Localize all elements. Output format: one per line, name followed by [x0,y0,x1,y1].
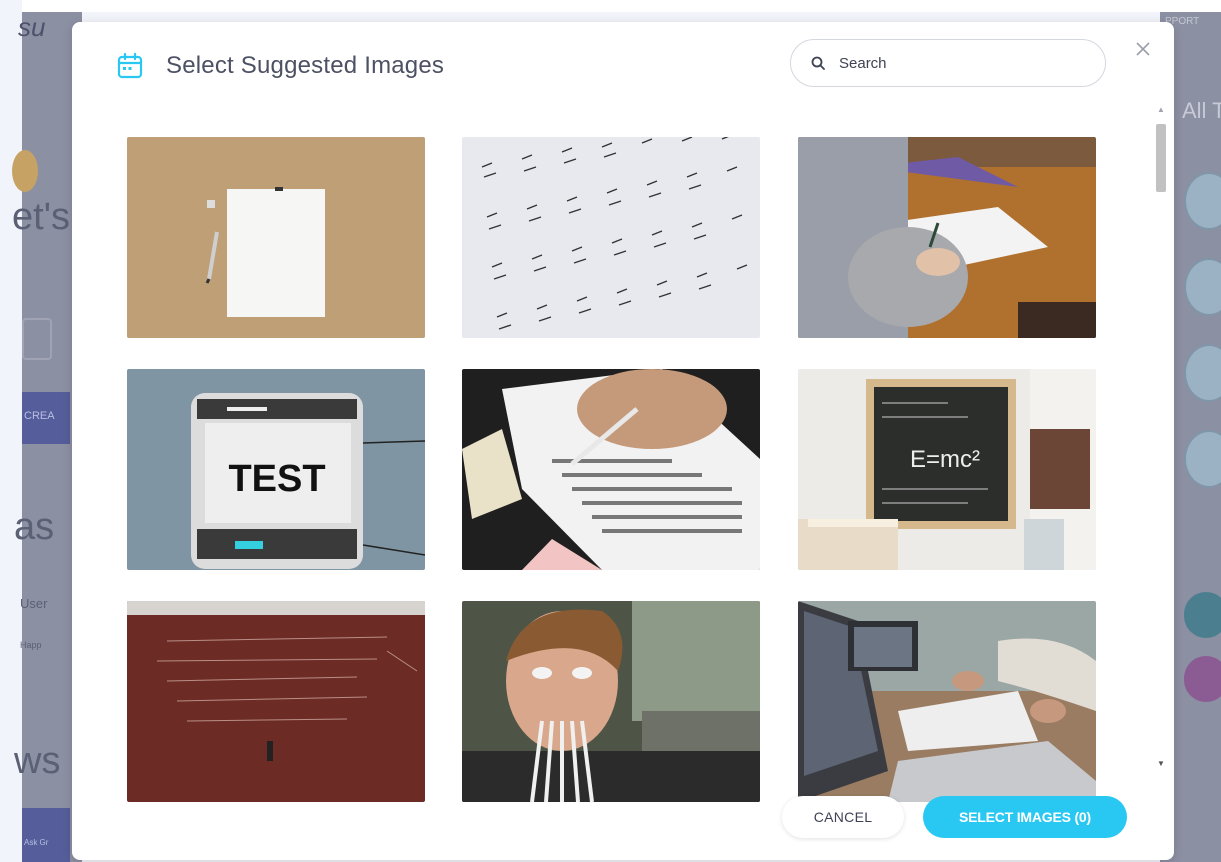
cancel-button[interactable]: CANCEL [782,796,904,838]
background-create-button: CREA [22,392,70,444]
image-boy-pencils[interactable] [462,601,760,802]
image-red-chalkboard[interactable] [127,601,425,802]
background-tab-text: All T [1182,98,1221,123]
background-pill-teal [1184,592,1221,638]
search-input[interactable] [837,53,1081,73]
image-answer-sheet[interactable] [462,369,760,570]
background-pill-purple [1184,656,1221,702]
close-icon[interactable] [1132,38,1154,60]
image-chalkboard-emc2[interactable]: E=mc² [798,369,1096,570]
emc2-label: E=mc² [910,446,980,473]
select-images-modal: Select Suggested Images Search TEST E=mc… [72,22,1174,860]
modal-header: Select Suggested Images [116,50,444,82]
background-heading-3: ws [14,740,61,782]
scroll-down-icon[interactable]: ▼ [1155,758,1167,770]
scroll-up-icon[interactable]: ▲ [1155,104,1167,116]
image-math-worksheet[interactable] [462,137,760,338]
background-create-label: CREA [24,410,55,422]
scroll-thumb[interactable] [1156,124,1166,192]
image-laptops-meeting[interactable] [798,601,1096,802]
background-top-strip [0,0,1221,12]
background-footer-label: Ask Gr [24,838,49,847]
search-icon [811,56,825,70]
background-heading: et's [12,196,70,238]
image-paper-pencil[interactable] [127,137,425,338]
test-label: TEST [228,458,325,500]
image-student-writing[interactable] [798,137,1096,338]
background-user-text: User [20,596,48,611]
background-left-strip [0,0,22,862]
background-heading-2: as [14,506,55,548]
background-happ-text: Happ [20,640,42,650]
background-hand-icon [12,150,38,192]
select-images-button[interactable]: SELECT IMAGES (0) [923,796,1127,838]
background-logo: su [18,12,46,42]
modal-title: Select Suggested Images [166,52,445,79]
calendar-icon [117,52,143,79]
background-footer-button: Ask Gr [22,808,70,862]
background-calendar-icon [22,318,52,360]
image-scrollbar[interactable]: ▲ ▼ [1155,104,1167,772]
search-box[interactable] [790,39,1106,87]
image-test-scanner[interactable]: TEST [127,369,425,570]
